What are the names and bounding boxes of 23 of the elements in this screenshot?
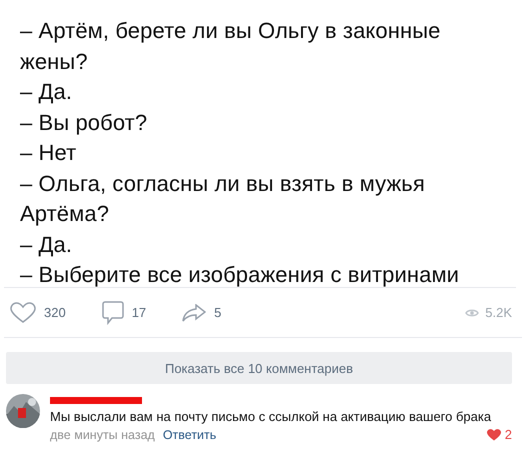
post-text-line: – Вы робот? [20,108,148,137]
comment-text: Мы выслали вам на почту письмо с ссылкой на активацию вашего брака [50,409,492,424]
heart-icon[interactable] [486,428,501,440]
post-text-line: – Ольга, согласны ли вы взять в мужья [20,170,426,198]
comment-like-count: 2 [504,427,512,442]
comment-time: две минуты назад [50,428,155,442]
share-count: 5 [214,305,222,320]
eye-icon [465,308,480,318]
heart-icon[interactable] [10,302,36,324]
view-count: 5.2K [485,305,512,320]
share-icon[interactable] [182,304,206,322]
post-text-line: жены? [20,48,89,76]
post-text-line: – Нет [20,139,78,167]
post-text-line: – Артём, берете ли вы Ольгу в законные [20,17,442,45]
show-comments-button[interactable]: Показать все 10 комментариев [6,352,512,384]
post-text-line: – Выберите все изображения с витринами [20,261,460,289]
post-text-line: – Да. [20,78,74,106]
comment-icon[interactable] [102,300,124,324]
comment-count: 17 [132,305,146,320]
like-count: 320 [44,305,66,320]
reply-link[interactable]: Ответить [162,428,216,442]
post-text-line: Артёма? [20,200,110,228]
post-text-line: – Да. [20,230,74,258]
